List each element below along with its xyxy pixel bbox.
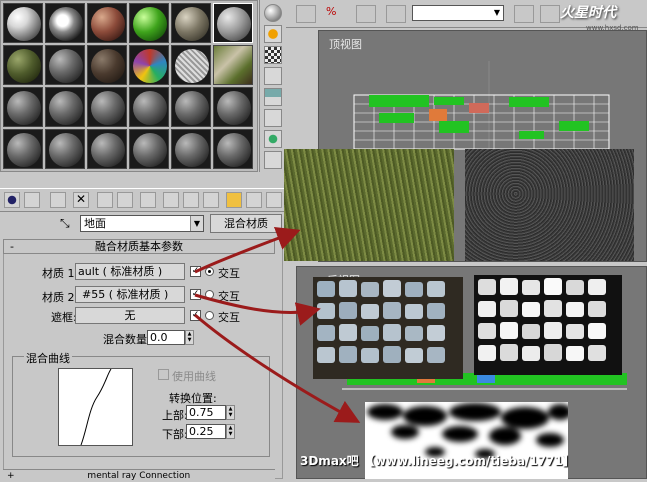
annotation-arrows xyxy=(194,227,361,423)
arrow-material1 xyxy=(194,227,301,274)
arrow-mask xyxy=(194,313,361,423)
watermark: 3Dmax吧 【www.lineeg.com/tieba/1771】 xyxy=(300,454,575,468)
arrow-material2 xyxy=(194,293,321,326)
